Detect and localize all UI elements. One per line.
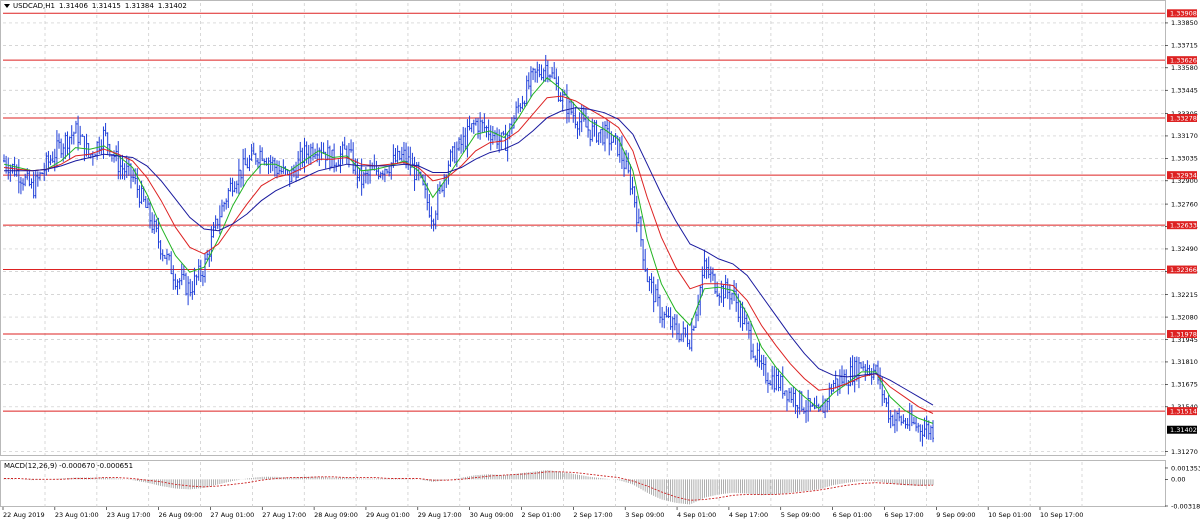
level-price-tag-label: 1.33908 bbox=[1170, 10, 1197, 18]
level-price-tag-label: 1.33278 bbox=[1170, 114, 1197, 122]
time-axis-label: 5 Sep 09:00 bbox=[781, 511, 820, 519]
price-axis-label: 1.33170 bbox=[1171, 132, 1198, 140]
time-axis-label: 30 Aug 09:00 bbox=[470, 511, 514, 519]
current-price-label: 1.31402 bbox=[1170, 426, 1197, 434]
time-axis-label: 23 Aug 17:00 bbox=[107, 511, 151, 519]
price-axis-label: 1.33035 bbox=[1171, 155, 1198, 163]
time-axis-label: 29 Aug 01:00 bbox=[366, 511, 410, 519]
time-axis-label: 27 Aug 01:00 bbox=[210, 511, 254, 519]
price-axis-label: 1.33850 bbox=[1171, 19, 1198, 27]
time-axis-label: 10 Sep 17:00 bbox=[1040, 511, 1083, 519]
price-axis-label: 1.31810 bbox=[1171, 358, 1198, 366]
time-axis-label: 2 Sep 17:00 bbox=[573, 511, 612, 519]
time-axis-label: 29 Aug 17:00 bbox=[418, 511, 462, 519]
time-axis-label: 28 Aug 09:00 bbox=[314, 511, 358, 519]
moving-average-mid bbox=[3, 95, 934, 414]
level-price-tag-label: 1.32633 bbox=[1170, 221, 1197, 229]
level-price-tag-label: 1.31978 bbox=[1170, 330, 1197, 338]
price-axis-label: 1.31270 bbox=[1171, 448, 1198, 456]
level-price-tag-label: 1.32934 bbox=[1170, 171, 1197, 179]
level-price-tag-label: 1.31514 bbox=[1170, 407, 1197, 415]
macd-axis-label: 0.001353 bbox=[1171, 464, 1200, 472]
chart-window: USDCAD,H1 1.31406 1.31415 1.31384 1.31402 MA… bbox=[0, 0, 1200, 523]
time-axis-label: 6 Sep 01:00 bbox=[833, 511, 872, 519]
price-axis-label: 1.32760 bbox=[1171, 200, 1198, 208]
chart-canvas: 22 Aug 2019 23 Aug 01:00 23 Aug 17:00 26 Au… bbox=[2, 3, 1200, 519]
price-axis-label: 1.31675 bbox=[1171, 381, 1198, 389]
time-axis-label: 9 Sep 09:00 bbox=[936, 511, 975, 519]
time-axis-label: 10 Sep 01:00 bbox=[988, 511, 1031, 519]
time-axis-label: 26 Aug 09:00 bbox=[159, 511, 203, 519]
price-axis-label: 1.33715 bbox=[1171, 42, 1198, 50]
time-axis-label: 6 Sep 17:00 bbox=[884, 511, 923, 519]
price-axis-label: 1.33445 bbox=[1171, 87, 1198, 95]
time-axis-label: 4 Sep 01:00 bbox=[677, 511, 716, 519]
price-axis-label: 1.32215 bbox=[1171, 291, 1198, 299]
price-axis-label: 1.32490 bbox=[1171, 245, 1198, 253]
price-axis-label: 1.33580 bbox=[1171, 64, 1198, 72]
time-axis-label: 4 Sep 17:00 bbox=[729, 511, 768, 519]
price-axis-label: 1.32080 bbox=[1171, 313, 1198, 321]
moving-average-slow bbox=[4, 107, 934, 406]
level-price-tag-label: 1.32366 bbox=[1170, 266, 1197, 274]
time-axis-label: 2 Sep 01:00 bbox=[522, 511, 561, 519]
macd-axis-label: 0.00 bbox=[1171, 476, 1185, 484]
time-axis-label: 23 Aug 01:00 bbox=[55, 511, 99, 519]
time-axis-label: 3 Sep 09:00 bbox=[625, 511, 664, 519]
time-axis-label: 27 Aug 17:00 bbox=[262, 511, 306, 519]
time-axis-label: 22 Aug 2019 bbox=[3, 511, 45, 519]
level-price-tag-label: 1.33626 bbox=[1170, 56, 1197, 64]
moving-average-fast bbox=[3, 77, 934, 424]
macd-axis-label: -0.00318 bbox=[1171, 502, 1200, 510]
